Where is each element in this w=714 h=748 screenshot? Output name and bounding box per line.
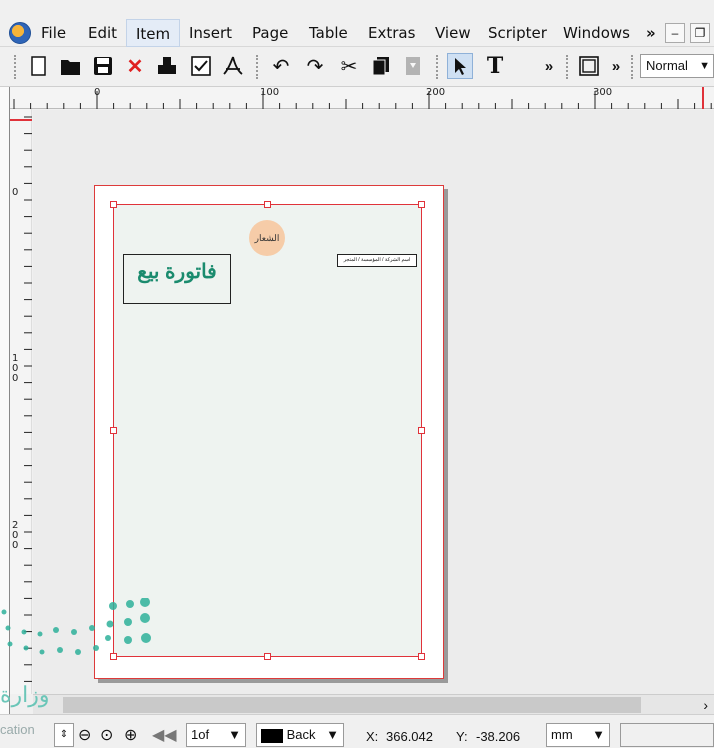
zoom-out-icon[interactable]: ⊖ (78, 725, 91, 745)
invoice-title-box[interactable]: فاتورة بيع (123, 254, 231, 304)
x-coordinate: 366.042 (386, 729, 433, 744)
close-icon[interactable]: ✕ (122, 53, 148, 79)
resize-handle[interactable] (264, 201, 271, 208)
ruler-label: 100 (12, 353, 19, 384)
view-mode-select[interactable]: Normal ▼ (640, 54, 714, 78)
cut-icon[interactable]: ✂ (336, 53, 362, 79)
unit-value: mm (551, 727, 573, 742)
resize-handle[interactable] (110, 427, 117, 434)
ruler-label: 300 (593, 87, 613, 98)
menu-windows[interactable]: Windows (554, 19, 639, 47)
invoice-title: فاتورة بيع (137, 261, 217, 283)
app-logo-icon (9, 22, 31, 44)
status-message-field (620, 723, 714, 747)
view-mode-value: Normal (646, 58, 688, 73)
undo-icon[interactable]: ↶ (268, 53, 294, 79)
layer-value: Back (286, 727, 316, 742)
save-icon[interactable] (90, 53, 116, 79)
toolbar-overflow-button-2[interactable]: » (603, 53, 629, 79)
resize-handle[interactable] (418, 653, 425, 660)
open-folder-icon[interactable] (58, 53, 84, 79)
zoom-in-icon[interactable]: ⊕ (124, 725, 137, 745)
menu-table[interactable]: Table (300, 19, 357, 47)
resize-handle[interactable] (264, 653, 271, 660)
unit-select[interactable]: mm ▼ (546, 723, 610, 747)
dropdown-arrow-icon: ▼ (326, 727, 339, 742)
resize-handle[interactable] (110, 653, 117, 660)
layer-select[interactable]: Back ▼ (256, 723, 344, 747)
toolbar-grip[interactable] (631, 55, 635, 79)
select-arrow-icon[interactable] (447, 53, 473, 79)
paste-icon[interactable] (400, 53, 426, 79)
x-label: X: (366, 729, 379, 744)
ruler-label: 0 (12, 187, 19, 198)
status-bar: ⇕ ⊖ ⊙ ⊕ ◀◀ 1of ▼ Back ▼ X: 366.042 Y: -3… (0, 714, 714, 748)
text-frame-icon[interactable]: T (482, 53, 508, 79)
logo-placeholder[interactable]: الشعار (249, 220, 285, 256)
watermark-text: وزارة (0, 682, 50, 707)
dropdown-arrow-icon: ▼ (699, 60, 710, 72)
ruler-label: 0 (94, 87, 101, 98)
toolbar-grip[interactable] (256, 55, 260, 79)
menu-edit[interactable]: Edit (79, 19, 126, 47)
toolbar-grip[interactable] (566, 55, 570, 79)
resize-handle[interactable] (418, 427, 425, 434)
horizontal-ruler[interactable]: 0 100 200 300 (10, 87, 714, 109)
watermark-subtext: cation (0, 722, 35, 737)
toolbar-grip[interactable] (14, 55, 18, 79)
page-number-value: 1of (191, 727, 210, 742)
zoom-reset-icon[interactable]: ⊙ (100, 725, 113, 745)
menu-file[interactable]: File (32, 19, 75, 47)
toolbar-overflow-button[interactable]: » (536, 53, 562, 79)
resize-handle[interactable] (110, 201, 117, 208)
menu-insert[interactable]: Insert (180, 19, 241, 47)
vertical-ruler[interactable]: 0 100 200 (10, 109, 32, 694)
menu-view[interactable]: View (426, 19, 480, 47)
first-page-icon[interactable]: ◀◀ (152, 725, 177, 745)
dropdown-arrow-icon: ▼ (228, 727, 241, 742)
ruler-label: 200 (12, 520, 19, 551)
company-name-box[interactable]: اسم الشركة / المؤسسة / المتجر (337, 254, 417, 267)
layer-color-swatch (261, 728, 283, 743)
window-left-edge (0, 47, 10, 748)
ruler-label: 200 (426, 87, 446, 98)
menu-scripter[interactable]: Scripter (479, 19, 556, 47)
minimize-icon[interactable]: – (665, 23, 685, 43)
pdf-export-icon[interactable] (220, 53, 246, 79)
menu-page[interactable]: Page (243, 19, 297, 47)
menu-bar: File Edit Item Insert Page Table Extras … (0, 19, 714, 47)
restore-icon[interactable]: ❐ (690, 23, 710, 43)
menu-extras[interactable]: Extras (359, 19, 424, 47)
y-label: Y: (456, 729, 468, 744)
preflight-check-icon[interactable] (188, 53, 214, 79)
ruler-label: 100 (260, 87, 280, 98)
print-icon[interactable] (154, 53, 180, 79)
redo-icon[interactable]: ↷ (302, 53, 328, 79)
page-number-field[interactable]: 1of ▼ (186, 723, 246, 747)
resize-handle[interactable] (418, 201, 425, 208)
toolbar-grip[interactable] (436, 55, 440, 79)
copy-icon[interactable] (368, 53, 394, 79)
new-document-icon[interactable] (26, 53, 52, 79)
main-toolbar: ✕ ↶ ↷ ✂ T » » Normal ▼ (0, 47, 714, 87)
menu-item[interactable]: Item (126, 19, 181, 47)
zoom-stepper[interactable]: ⇕ (54, 723, 74, 747)
y-coordinate: -38.206 (476, 729, 521, 744)
horizontal-scrollbar[interactable]: › (33, 694, 714, 714)
menu-overflow-button[interactable]: » (637, 19, 665, 47)
scrollbar-thumb[interactable] (63, 697, 641, 713)
scroll-right-icon[interactable]: › (703, 695, 708, 715)
frame-icon[interactable] (576, 53, 602, 79)
dropdown-arrow-icon: ▼ (592, 727, 605, 742)
